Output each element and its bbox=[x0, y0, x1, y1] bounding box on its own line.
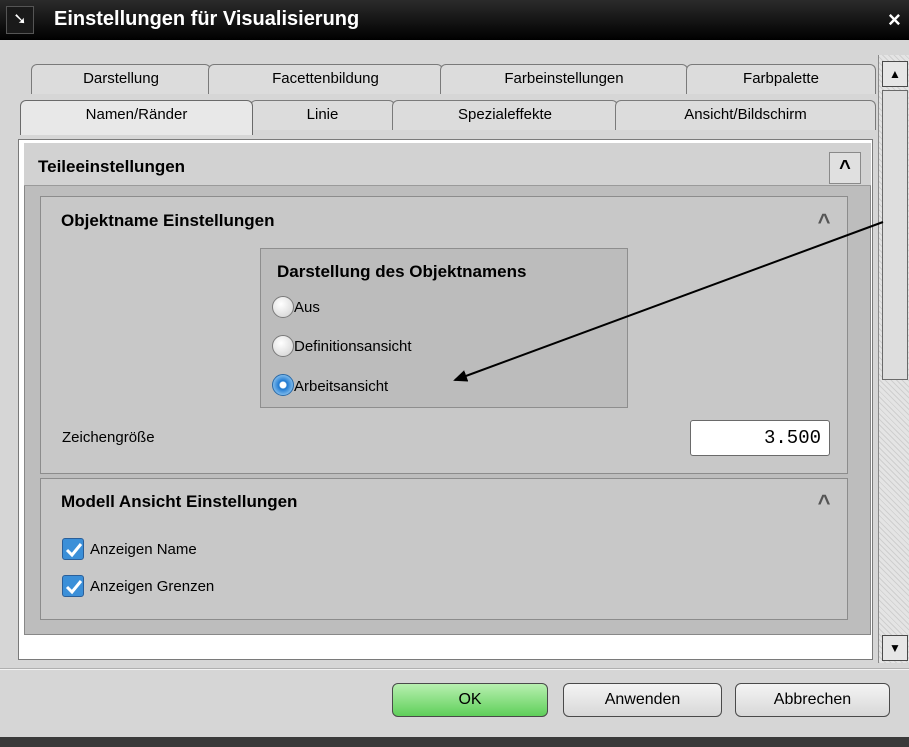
apply-button[interactable]: Anwenden bbox=[563, 683, 722, 717]
cancel-button[interactable]: Abbrechen bbox=[735, 683, 890, 717]
footer-separator bbox=[0, 668, 909, 670]
annotation-arrow bbox=[453, 221, 884, 382]
bottom-bar bbox=[0, 737, 909, 747]
ok-button[interactable]: OK bbox=[392, 683, 548, 717]
